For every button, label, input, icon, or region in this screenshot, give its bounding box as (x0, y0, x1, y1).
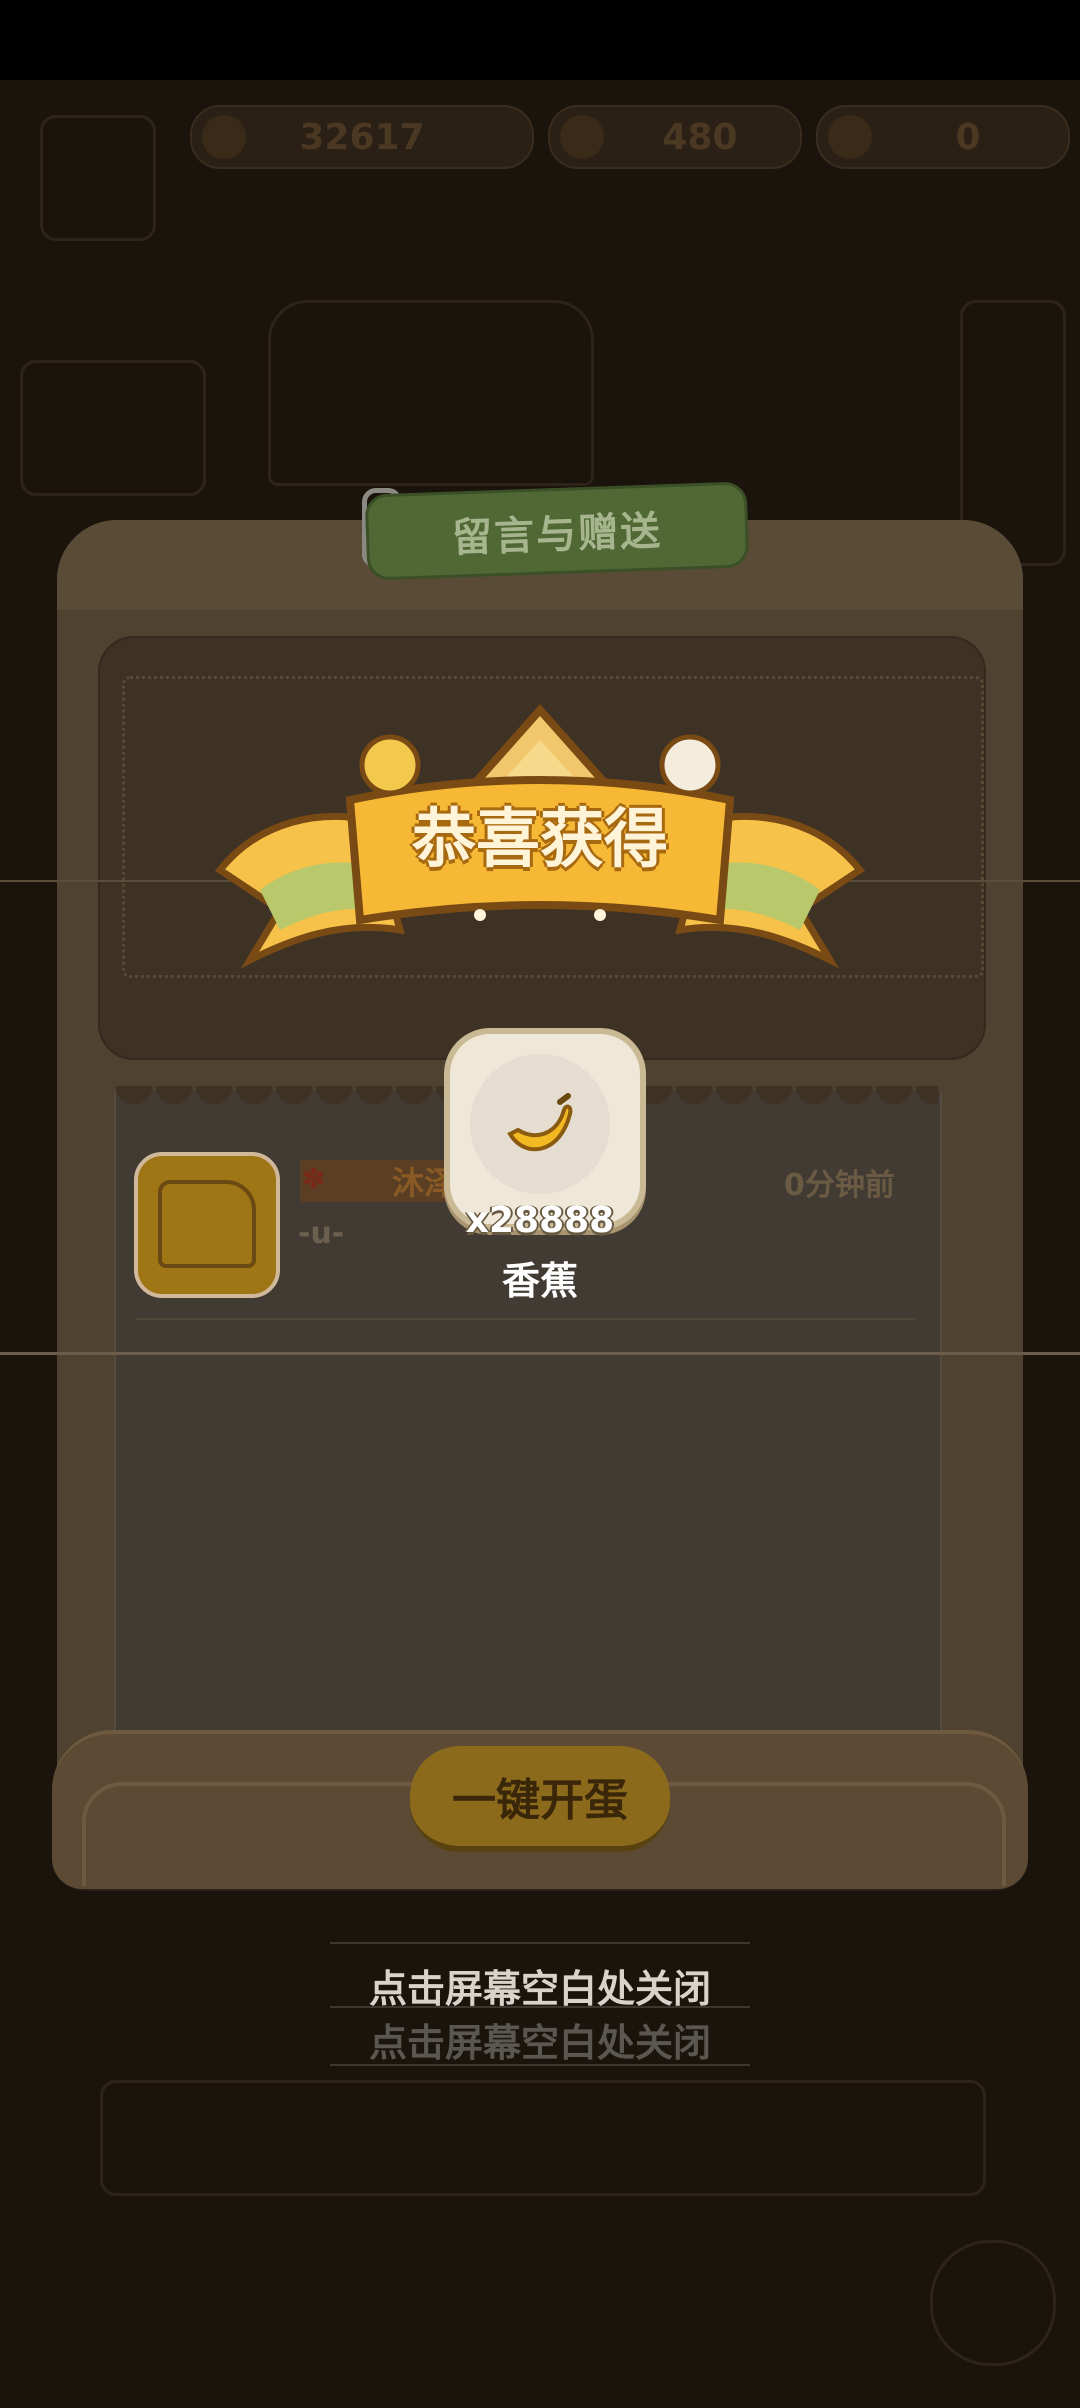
hint-divider (330, 2064, 750, 2066)
divider-line (0, 1352, 1080, 1355)
sparkle (594, 909, 606, 921)
bunny-face-icon (158, 1180, 256, 1268)
home-icon (40, 115, 156, 241)
banana-icon (507, 1093, 573, 1152)
carrot-icon (828, 115, 872, 159)
reward-quantity: x28888 (465, 1200, 615, 1241)
chick-right (659, 734, 721, 796)
bottom-panel (100, 2080, 986, 2196)
status-bar (0, 0, 1080, 80)
banana-icon (202, 115, 246, 159)
chick-left (359, 734, 421, 796)
hint-divider (330, 1942, 750, 1944)
gem-icon (560, 115, 604, 159)
resource-banana: 32617 (190, 105, 534, 169)
open-all-eggs-button[interactable]: 一键开蛋 (410, 1746, 670, 1852)
close-hint: 点击屏幕空白处关闭 (368, 1967, 711, 2011)
hint-divider (330, 2006, 750, 2008)
message-text: -u- (298, 1216, 345, 1251)
close-hint-shadow: 点击屏幕空白处关闭 (368, 2021, 711, 2065)
side-menu-left (20, 360, 206, 496)
row-divider (136, 1318, 916, 1320)
bottom-menu-button (930, 2240, 1056, 2366)
scene-building (268, 300, 594, 486)
reward-title: 恭喜获得 (412, 803, 668, 877)
message-time: 0分钟前 (784, 1168, 895, 1203)
reward-item-name: 香蕉 (501, 1259, 578, 1303)
tab-message-gift[interactable]: 留言与赠送 (364, 481, 750, 581)
resource-gem: 480 (548, 105, 802, 169)
sparkle (474, 909, 486, 921)
clover-icon: ✽ (302, 1162, 326, 1195)
resource-carrot: 0 (816, 105, 1070, 169)
